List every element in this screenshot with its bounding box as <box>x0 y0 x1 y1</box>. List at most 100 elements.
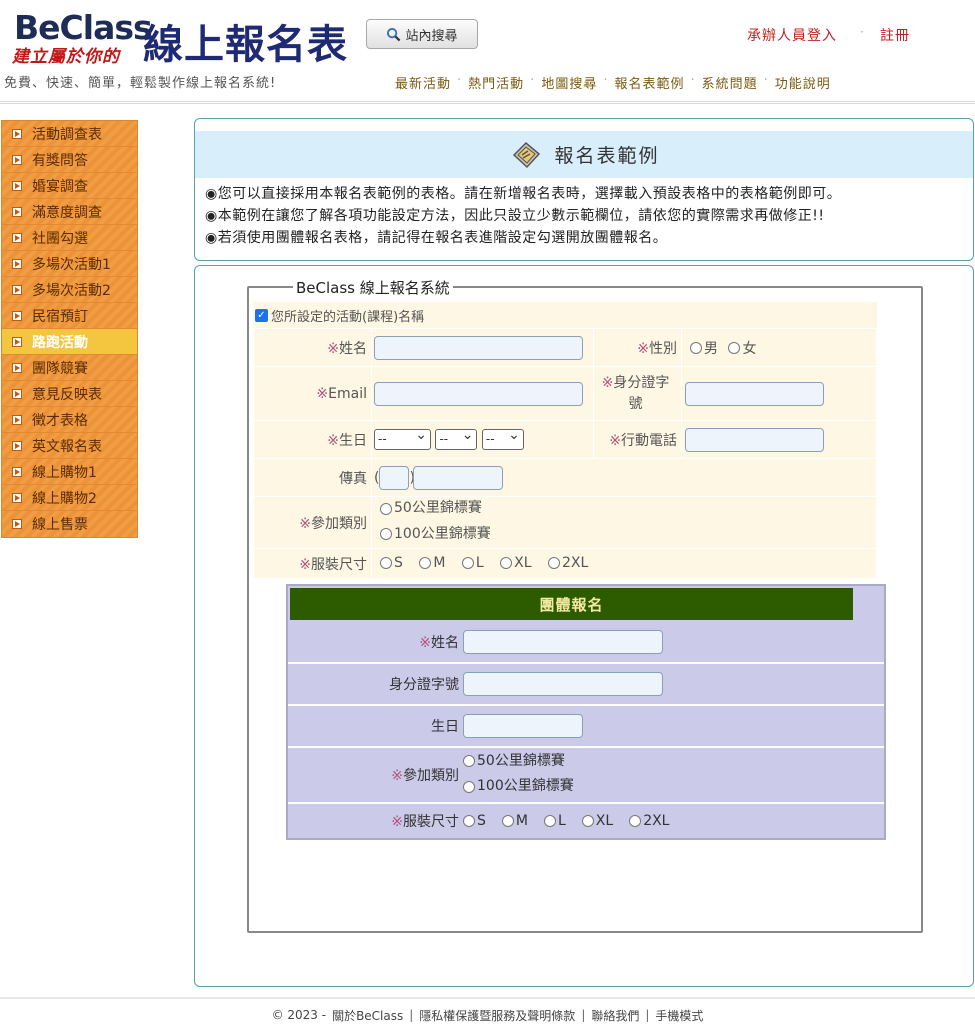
sidebar-item[interactable]: 徵才表格 <box>2 407 137 433</box>
group-size-l-radio[interactable]: L <box>543 813 566 829</box>
sidebar-item[interactable]: 有獎問答 <box>2 147 137 173</box>
arrow-bullet-icon <box>12 362 22 373</box>
group-category-label-cell: ※參加類別 <box>288 765 463 785</box>
activity-checkbox[interactable]: ✓ <box>255 308 268 322</box>
organizer-login-link[interactable]: 承辦人員登入 <box>747 25 837 45</box>
footer-link-privacy[interactable]: 隱私權保護暨服務及聲明條款 <box>419 1007 575 1024</box>
gender-female-radio[interactable]: 女 <box>728 338 756 358</box>
nav-separator: · <box>530 73 536 88</box>
group-size-xl-radio[interactable]: XL <box>581 813 613 829</box>
gender-male-radio[interactable]: 男 <box>690 338 718 358</box>
group-category-label: 參加類別 <box>403 768 459 784</box>
footer-separator: | <box>409 1008 414 1022</box>
nav-map-search[interactable]: 地圖搜尋 <box>541 73 597 92</box>
sidebar-item-label: 線上購物1 <box>32 464 97 481</box>
group-birthday-input[interactable] <box>463 714 583 738</box>
group-name-input[interactable] <box>463 630 663 654</box>
required-mark: ※ <box>391 768 403 784</box>
form-fieldset: BeClass 線上報名系統 ✓ 您所設定的活動(課程)名稱 ※姓名 ※性別 男… <box>247 277 923 933</box>
required-mark: ※ <box>327 340 339 357</box>
footer-link-about[interactable]: 關於BeClass <box>332 1007 403 1024</box>
required-mark: ※ <box>299 556 311 573</box>
search-button-label: 站內搜尋 <box>405 28 458 44</box>
slogan: 免費、快速、簡單，輕鬆製作線上報名系統! <box>4 76 277 91</box>
sidebar-item[interactable]: 路跑活動 <box>2 329 137 355</box>
group-size-label: 服裝尺寸 <box>403 814 459 830</box>
logo-tagline: 建立屬於你的 <box>12 47 120 67</box>
email-label: Email <box>328 385 367 402</box>
required-mark: ※ <box>391 814 403 830</box>
sidebar-item-label: 滿意度調查 <box>32 204 102 221</box>
gender-label-cell: ※性別 <box>593 328 682 367</box>
separator-dot: · <box>860 25 864 39</box>
mobile-label: 行動電話 <box>621 432 677 449</box>
size-m-radio[interactable]: M <box>419 555 445 571</box>
sidebar-item[interactable]: 活動調查表 <box>2 121 137 147</box>
nav-form-examples[interactable]: 報名表範例 <box>614 73 684 92</box>
sidebar-item-label: 婚宴調查 <box>32 178 88 195</box>
arrow-bullet-icon <box>12 258 22 269</box>
size-xl-label: XL <box>514 554 532 571</box>
group-size-s-radio[interactable]: S <box>463 813 486 829</box>
size-l-radio[interactable]: L <box>461 554 484 571</box>
fax-area-input[interactable] <box>379 465 410 490</box>
size-l-label: L <box>475 554 484 571</box>
group-size-m-radio[interactable]: M <box>501 813 528 829</box>
id-number-input[interactable] <box>685 381 824 406</box>
fax-label-cell: 傳真 <box>253 458 372 497</box>
size-s-radio[interactable]: S <box>380 555 403 571</box>
nav-popular[interactable]: 熱門活動 <box>468 73 524 92</box>
fax-cell: () <box>371 458 877 497</box>
group-category-50k-radio[interactable]: 50公里錦標賽 <box>463 750 565 773</box>
email-input[interactable] <box>374 381 583 406</box>
page-title: 報名表範例 <box>554 145 660 167</box>
name-input[interactable] <box>374 335 583 360</box>
birthday-year-select[interactable]: -- <box>374 426 431 450</box>
birthday-month-select[interactable]: -- <box>435 426 478 450</box>
register-link[interactable]: 註冊 <box>880 25 910 45</box>
gender-cell: 男 女 <box>681 328 877 367</box>
fax-number-input[interactable] <box>412 465 503 490</box>
size-cell: S M L XL 2XL <box>371 548 877 579</box>
group-size-s-label: S <box>477 813 486 829</box>
sidebar-item[interactable]: 滿意度調查 <box>2 199 137 225</box>
sidebar-item[interactable]: 團隊競賽 <box>2 355 137 381</box>
registration-table: ※姓名 ※性別 男 女 ※Email ※身分證字號 ※生日 -- -- <box>253 328 877 579</box>
sidebar-item[interactable]: 英文報名表 <box>2 433 137 459</box>
nav-features[interactable]: 功能說明 <box>775 73 831 92</box>
footer-link-mobile[interactable]: 手機模式 <box>655 1007 703 1024</box>
category-50k-radio[interactable]: 50公里錦標賽 <box>380 497 482 520</box>
sidebar-item[interactable]: 線上購物1 <box>2 459 137 485</box>
gender-male-label: 男 <box>704 340 718 357</box>
gender-female-label: 女 <box>742 340 757 357</box>
sidebar-item[interactable]: 線上售票 <box>2 511 137 537</box>
sidebar-item[interactable]: 民宿預訂 <box>2 303 137 329</box>
nav-separator: · <box>603 73 609 88</box>
form-panel: BeClass 線上報名系統 ✓ 您所設定的活動(課程)名稱 ※姓名 ※性別 男… <box>194 265 974 987</box>
sidebar-item[interactable]: 多場次活動1 <box>2 251 137 277</box>
footer-link-contact[interactable]: 聯絡我們 <box>591 1007 639 1024</box>
sidebar-item[interactable]: 多場次活動2 <box>2 277 137 303</box>
nav-separator: · <box>690 73 696 88</box>
required-mark: ※ <box>609 432 621 449</box>
group-category-100k-radio[interactable]: 100公里錦標賽 <box>463 775 574 798</box>
group-size-2xl-radio[interactable]: 2XL <box>629 813 670 829</box>
sidebar-item[interactable]: 婚宴調查 <box>2 173 137 199</box>
sidebar-item-label: 多場次活動2 <box>32 282 111 299</box>
size-xl-radio[interactable]: XL <box>500 554 532 571</box>
birthday-day-select[interactable]: -- <box>481 426 524 450</box>
mobile-input[interactable] <box>685 427 824 452</box>
nav-latest[interactable]: 最新活動 <box>395 73 451 92</box>
sidebar-item[interactable]: 社團勾選 <box>2 225 137 251</box>
logo-title[interactable]: 線上報名表 <box>143 12 348 70</box>
sidebar-item[interactable]: 線上購物2 <box>2 485 137 511</box>
group-id-input[interactable] <box>463 672 663 696</box>
size-label-cell: ※服裝尺寸 <box>253 548 372 579</box>
nav-system-questions[interactable]: 系統問題 <box>702 73 758 92</box>
category-100k-radio[interactable]: 100公里錦標賽 <box>380 523 491 546</box>
birthday-cell: -- -- -- <box>371 420 594 459</box>
category-label: 參加類別 <box>311 515 367 532</box>
sidebar-item[interactable]: 意見反映表 <box>2 381 137 407</box>
site-search-button[interactable]: 站內搜尋 <box>366 19 478 49</box>
size-2xl-radio[interactable]: 2XL <box>548 555 588 571</box>
